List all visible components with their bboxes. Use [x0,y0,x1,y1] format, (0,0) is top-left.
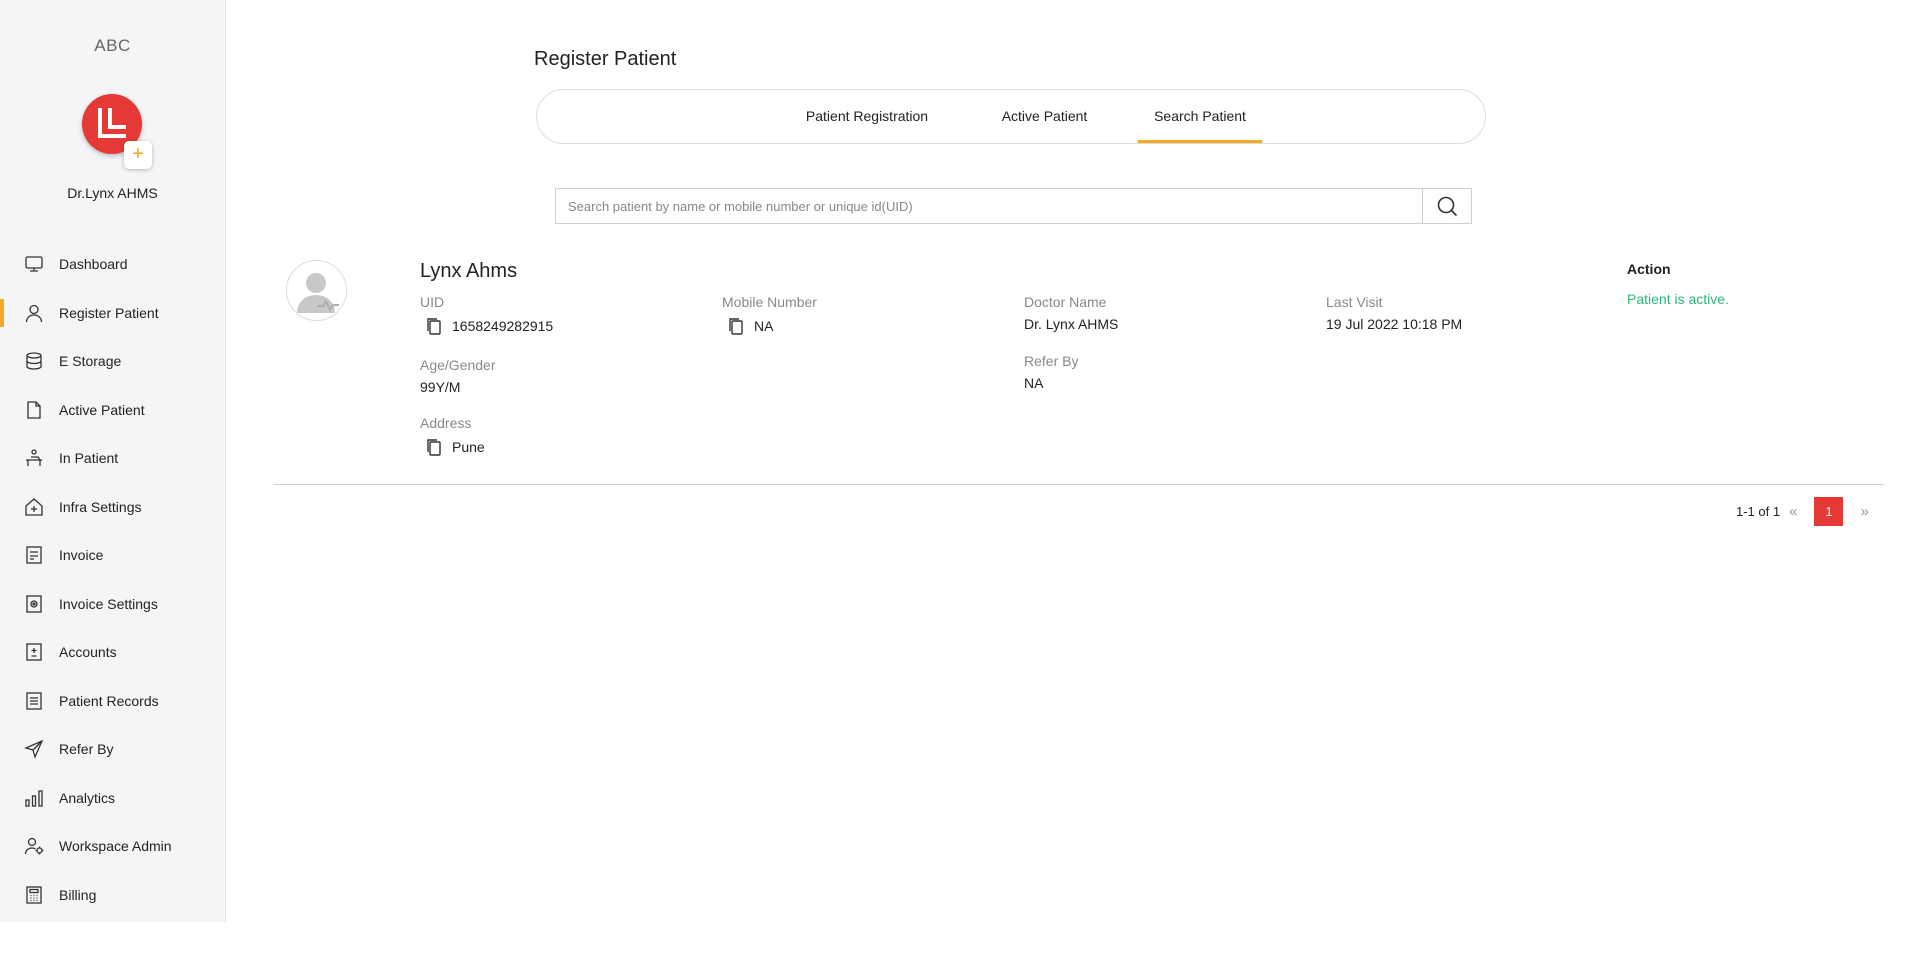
calculator-icon [24,885,44,905]
tab-patient-registration[interactable]: Patient Registration [800,90,934,143]
sidebar-nav: Dashboard Register Patient E Storage Act… [0,240,225,919]
brand-name: ABC [94,36,131,55]
records-icon [24,691,44,711]
sidebar-item-label: E Storage [59,353,122,370]
accounts-icon [24,642,44,662]
invoice-icon [24,545,44,565]
patient-avatar [286,260,347,321]
age-gender-field: Age/Gender 99Y/M [420,357,496,395]
admin-icon [24,836,44,856]
last-visit-value: 19 Jul 2022 10:18 PM [1326,316,1463,332]
age-gender-value: 99Y/M [420,379,461,395]
sidebar-item-label: Infra Settings [59,498,142,515]
search-button[interactable] [1422,189,1471,223]
sidebar-item-register-patient[interactable]: Register Patient [0,289,225,338]
pagination-page-1[interactable]: 1 [1814,497,1844,526]
mobile-field: Mobile Number NA [722,294,817,336]
sidebar: ABC + Dr.Lynx AHMS Dashboard Register Pa… [0,0,226,922]
tab-search-patient[interactable]: Search Patient [1138,90,1262,143]
last-visit-field: Last Visit 19 Jul 2022 10:18 PM [1326,294,1462,332]
bed-icon [24,448,44,468]
send-icon [24,739,44,760]
refer-by-label: Refer By [1024,353,1079,369]
invoice-settings-icon [24,594,44,614]
house-plus-icon [24,497,44,517]
mobile-value: NA [754,318,774,334]
divider [274,484,1884,485]
sidebar-item-active-patient[interactable]: Active Patient [0,386,225,435]
uid-value: 1658249282915 [452,318,554,334]
address-field: Address Pune [420,415,485,457]
sidebar-item-label: Register Patient [59,304,159,321]
database-icon [24,351,44,371]
search-icon [1437,196,1458,217]
uid-label: UID [420,294,445,310]
pagination: 1-1 of 1 « 1 » [1736,497,1878,526]
mobile-label: Mobile Number [722,294,817,310]
last-visit-label: Last Visit [1326,294,1383,310]
add-photo-button[interactable]: + [124,141,152,169]
sidebar-item-billing[interactable]: Billing [0,871,225,920]
sidebar-item-label: In Patient [59,450,119,467]
copy-icon[interactable] [726,316,746,336]
sidebar-item-label: Billing [59,886,97,903]
sidebar-item-workspace-admin[interactable]: Workspace Admin [0,822,225,871]
patient-status: Patient is active. [1627,291,1729,307]
address-label: Address [420,415,472,431]
doctor-field: Doctor Name Dr. Lynx AHMS [1024,294,1118,332]
sidebar-item-label: Refer By [59,741,114,758]
patient-name: Lynx Ahms [420,260,518,282]
doctor-value: Dr. Lynx AHMS [1024,316,1119,332]
sidebar-item-label: Dashboard [59,256,128,273]
sidebar-item-label: Patient Records [59,692,159,709]
search-bar [555,188,1472,224]
age-gender-label: Age/Gender [420,357,496,373]
sidebar-item-infra-settings[interactable]: Infra Settings [0,483,225,532]
refer-by-value: NA [1024,375,1044,391]
sidebar-item-patient-records[interactable]: Patient Records [0,677,225,726]
bar-chart-icon [24,788,44,808]
tab-active-patient[interactable]: Active Patient [997,90,1092,143]
uid-field: UID 1658249282915 [420,294,553,336]
user-name: Dr.Lynx AHMS [67,185,158,201]
copy-icon[interactable] [424,437,444,457]
pagination-prev-button[interactable]: « [1789,503,1797,520]
user-icon [24,303,44,323]
sidebar-item-label: Active Patient [59,401,145,418]
sidebar-item-in-patient[interactable]: In Patient [0,434,225,483]
sidebar-item-label: Analytics [59,789,116,806]
file-icon [24,400,44,420]
address-value: Pune [452,439,485,455]
search-input[interactable] [556,189,1422,223]
sidebar-item-label: Invoice [59,547,104,564]
patient-placeholder-icon [297,273,339,313]
sidebar-item-e-storage[interactable]: E Storage [0,337,225,386]
sidebar-item-invoice-settings[interactable]: Invoice Settings [0,580,225,629]
page-title: Register Patient [534,48,677,70]
copy-icon[interactable] [424,316,444,336]
pagination-summary: 1-1 of 1 [1736,504,1781,519]
sidebar-item-accounts[interactable]: Accounts [0,628,225,677]
sidebar-item-dashboard[interactable]: Dashboard [0,240,225,289]
pagination-next-button[interactable]: » [1860,503,1868,520]
sidebar-item-label: Invoice Settings [59,595,158,612]
refer-by-field: Refer By NA [1024,353,1078,391]
sidebar-item-label: Accounts [59,644,117,661]
sidebar-item-label: Workspace Admin [59,838,172,855]
sidebar-item-refer-by[interactable]: Refer By [0,725,225,774]
sidebar-item-analytics[interactable]: Analytics [0,774,225,823]
action-label: Action [1627,261,1671,277]
tab-bar: Patient Registration Active Patient Sear… [536,89,1486,144]
sidebar-item-invoice[interactable]: Invoice [0,531,225,580]
doctor-label: Doctor Name [1024,294,1107,310]
monitor-icon [24,254,44,274]
